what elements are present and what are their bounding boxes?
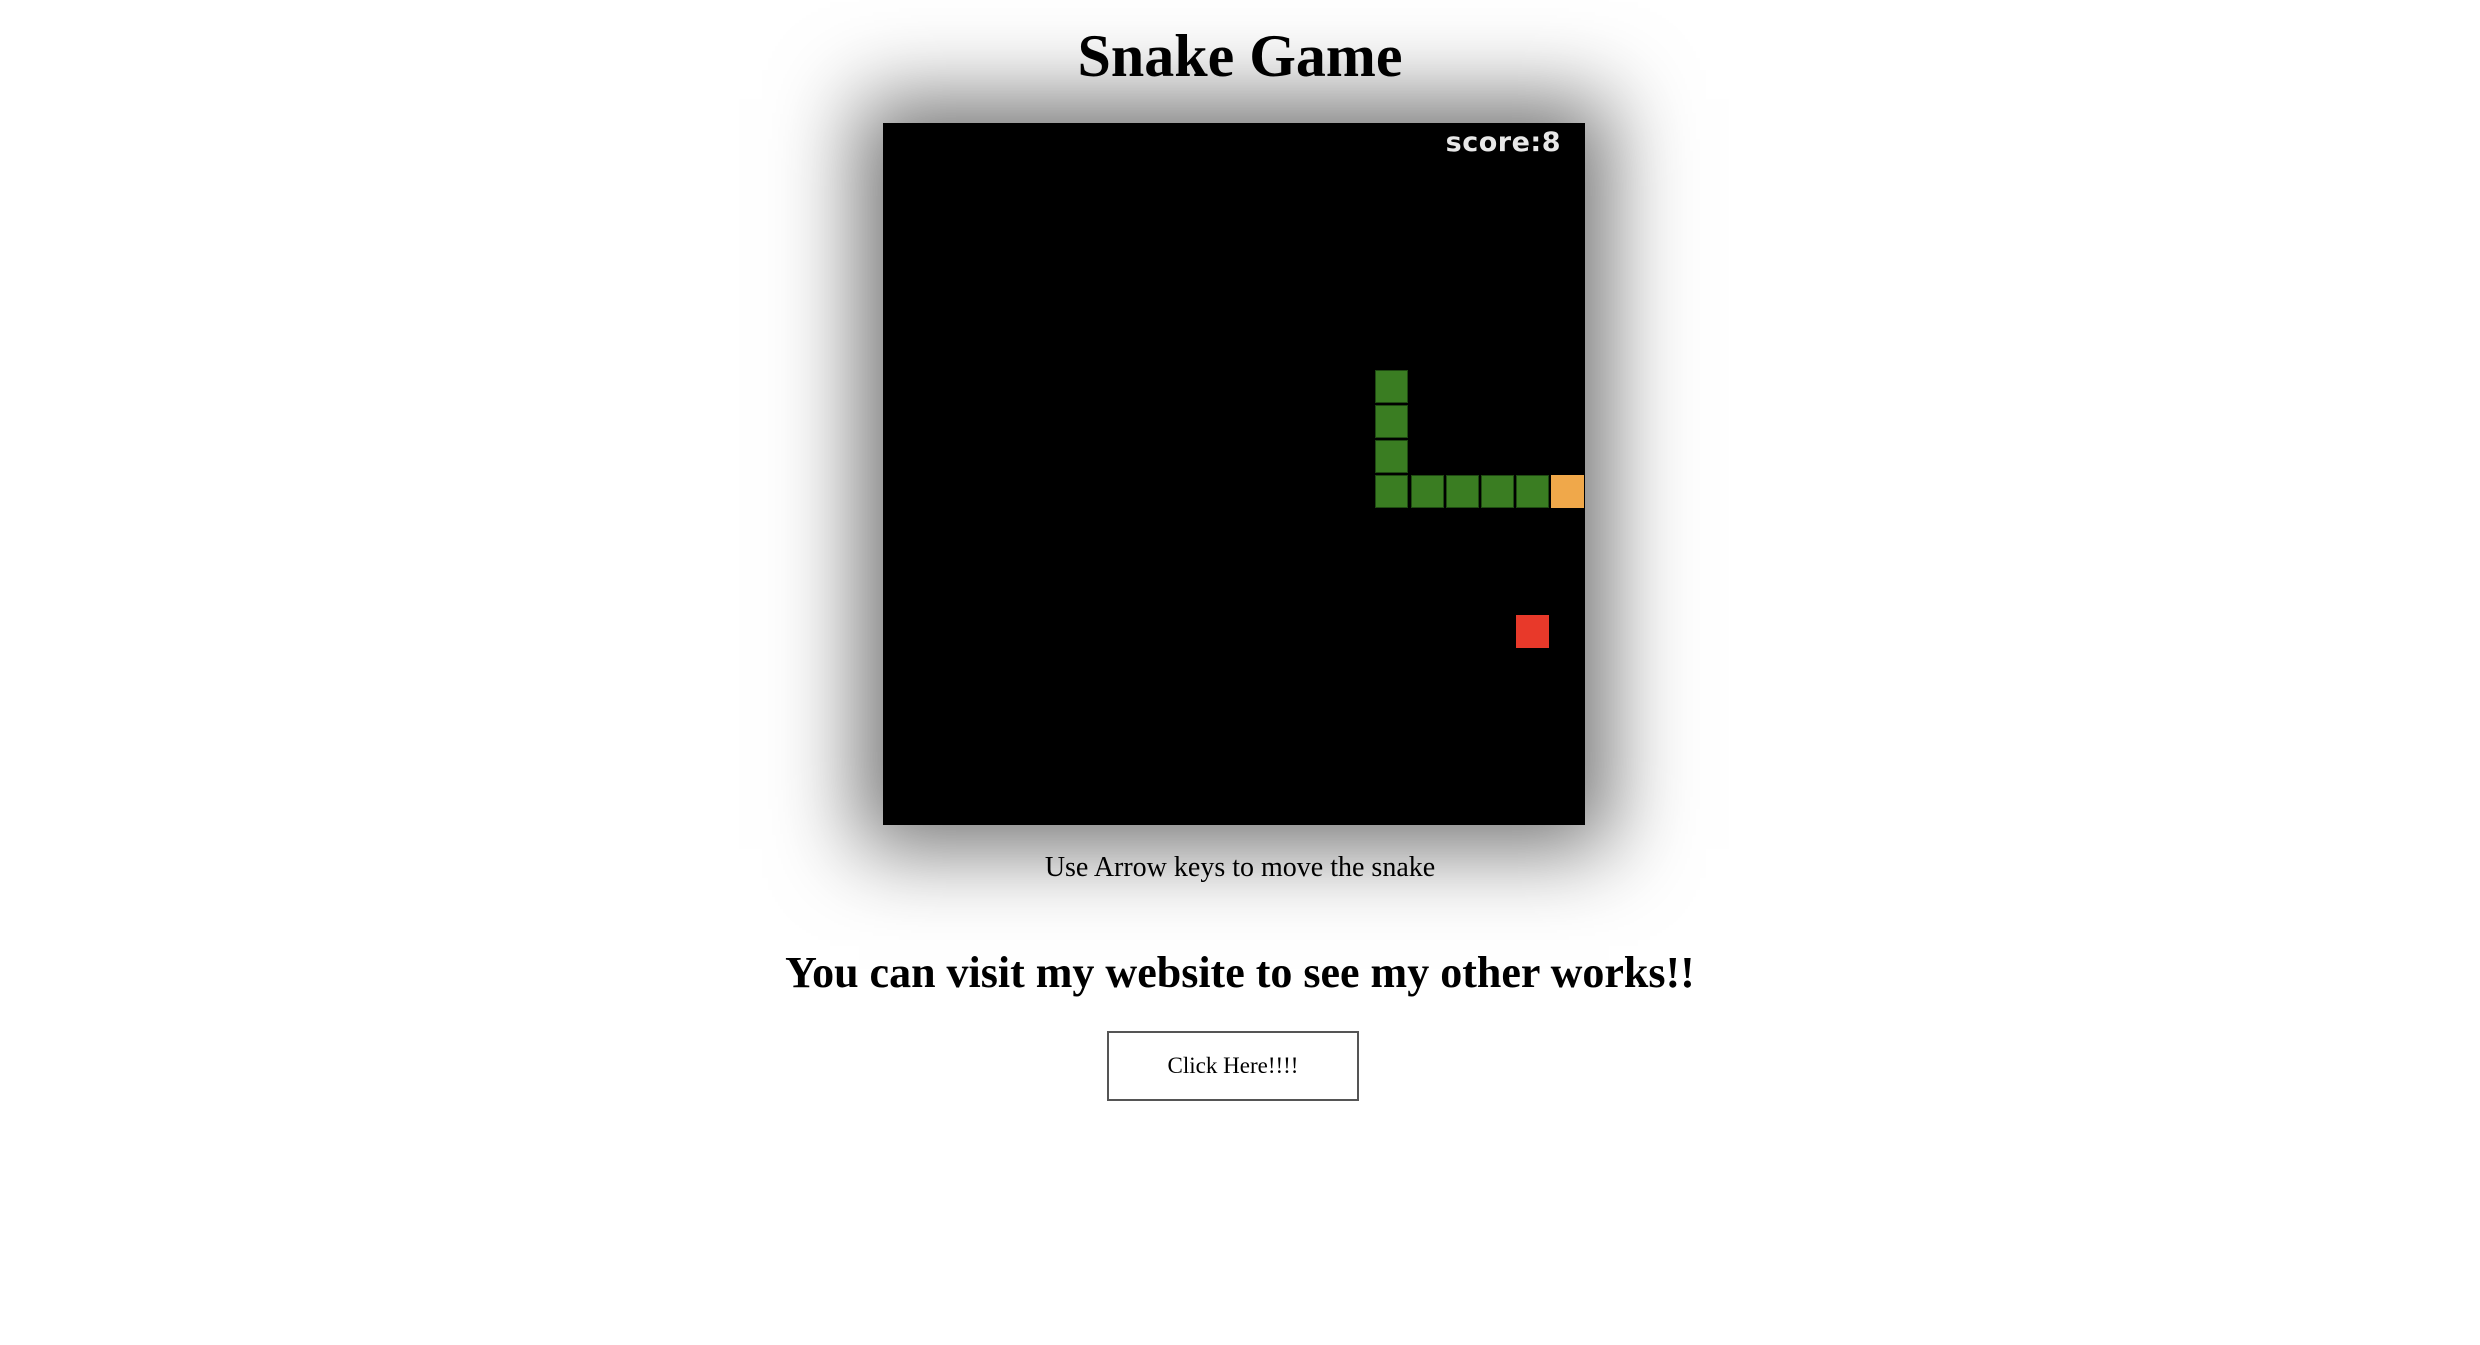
score-display: score:8 bbox=[1445, 127, 1561, 158]
snake-segment bbox=[1375, 369, 1409, 403]
page-title: Snake Game bbox=[1077, 23, 1403, 89]
snake-segment bbox=[1375, 404, 1409, 438]
game-board[interactable]: score:8 bbox=[883, 123, 1585, 825]
snake-head bbox=[1550, 475, 1584, 509]
visit-website-button[interactable]: Click Here!!!! bbox=[1107, 1031, 1359, 1101]
food-item bbox=[1515, 615, 1549, 649]
snake-segment bbox=[1480, 475, 1514, 509]
snake-segment bbox=[1515, 475, 1549, 509]
snake-segment bbox=[1375, 475, 1409, 509]
snake-segment bbox=[1445, 475, 1479, 509]
page: Snake Game score:8 Use Arrow keys to mov… bbox=[0, 0, 2480, 1345]
promo-heading: You can visit my website to see my other… bbox=[785, 948, 1695, 997]
instructions-text: Use Arrow keys to move the snake bbox=[1044, 852, 1436, 883]
snake-segment bbox=[1375, 439, 1409, 473]
snake-segment bbox=[1410, 475, 1444, 509]
